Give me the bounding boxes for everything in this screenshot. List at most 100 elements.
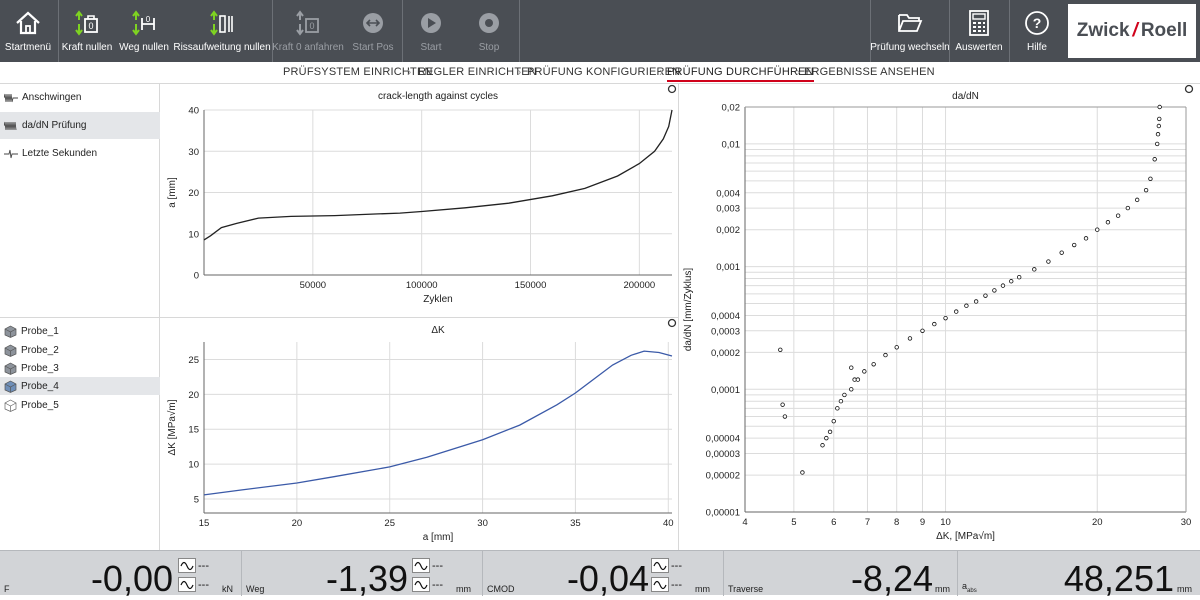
x-tick-label: 35 [570, 518, 581, 529]
x-tick-label: 25 [384, 518, 395, 529]
folder-icon [898, 14, 923, 32]
svg-text:?: ? [1033, 15, 1042, 31]
startmenu-button[interactable]: Startmenü [0, 0, 56, 62]
specimen-item-probe-2[interactable]: Probe_2 [0, 341, 160, 359]
specimen-cube-icon [4, 344, 17, 357]
measurement-crosshead: Traverse -8,24 mm [724, 551, 957, 599]
measurement-unit: mm [935, 584, 950, 594]
chevron-right-icon: › [659, 64, 664, 79]
x-tick-label: 5 [791, 517, 796, 528]
force-zero-button[interactable]: 0 Kraft nullen [60, 0, 114, 62]
crack-length-chart-panel: crack-length against cycles 50000 100000 15… [161, 84, 678, 317]
y-tick-label: 40 [188, 106, 199, 117]
y-axis-label: ΔK [MPa√m] [166, 399, 178, 455]
y-tick-label: 0,002 [716, 225, 740, 236]
step-view-results[interactable]: ERGEBNISSE ANSEHEN [804, 66, 935, 78]
stop-button[interactable]: Stop [460, 0, 518, 62]
evaluate-button[interactable]: Auswerten [950, 0, 1008, 62]
data-point [1071, 242, 1077, 248]
measurement-mode-indicator[interactable]: --- --- [178, 556, 216, 594]
x-tick-label: 20 [292, 518, 303, 529]
specimen-item-probe-3[interactable]: Probe_3 [0, 359, 160, 377]
measurement-mode-indicator[interactable]: --- --- [412, 556, 450, 594]
force-zero-approach-icon: 0 [296, 10, 319, 36]
chart-settings-icon[interactable] [667, 84, 677, 94]
x-tick-label: 20 [1092, 517, 1103, 528]
specimen-item-probe-4[interactable]: Probe_4 [0, 377, 160, 395]
help-label: Hilfe [1026, 42, 1047, 53]
start-position-button[interactable]: Start Pos [345, 0, 401, 62]
x-tick-label: 200000 [623, 280, 655, 291]
step-run-test[interactable]: PRÜFUNG DURCHFÜHREN [667, 66, 814, 82]
y-tick-label: 0,01 [722, 139, 741, 150]
data-point [964, 303, 969, 308]
data-point [855, 377, 861, 382]
y-tick-label: 0,0001 [711, 385, 740, 396]
calculator-icon [969, 10, 989, 36]
data-point [1143, 187, 1149, 193]
specimen-item-probe-5[interactable]: Probe_5 [0, 396, 160, 414]
dadn-chart-panel: da/dN 4 5 6 7 8 9 10 20 30 0,00001 0,00002 0,00003 0,… [679, 84, 1200, 550]
x-tick-label: 40 [663, 518, 674, 529]
y-tick-label: 20 [188, 390, 199, 401]
y-tick-label: 0 [194, 271, 199, 282]
x-tick-label: 9 [920, 517, 925, 528]
y-tick-label: 15 [188, 425, 199, 436]
chart-settings-icon[interactable] [667, 318, 677, 328]
specimen-label: Probe_4 [21, 380, 59, 392]
data-point [954, 309, 959, 314]
svg-text:0: 0 [309, 21, 314, 31]
start-button[interactable]: Start [404, 0, 458, 62]
crack-opening-zero-button[interactable]: Rissaufweitung nullen [173, 0, 271, 62]
sine-wave-icon [653, 561, 667, 570]
data-point [1157, 104, 1162, 110]
x-tick-label: 150000 [515, 280, 547, 291]
data-point [1009, 279, 1014, 284]
y-axis-label: da/dN [mm/Zyklus] [683, 268, 694, 352]
measurement-value: -1,39 [325, 558, 408, 599]
y-tick-label: 20 [188, 188, 199, 199]
specimen-cube-icon [4, 362, 17, 375]
specimen-label: Probe_3 [21, 362, 59, 374]
data-series-line [203, 350, 673, 496]
measurement-cmod: CMOD -0,04 --- --- mm [483, 551, 723, 599]
x-tick-label: 15 [199, 518, 210, 529]
measurement-label: CMOD [487, 584, 515, 594]
help-icon: ? [1025, 11, 1049, 35]
data-point [800, 470, 805, 475]
data-point [1016, 274, 1022, 280]
x-axis-label: a [mm] [423, 532, 454, 543]
force-zero-approach-button[interactable]: 0 Kraft 0 anfahren [272, 0, 344, 62]
view-item-last-seconds[interactable]: Letzte Sekunden [0, 140, 160, 167]
view-item-label: Anschwingen [22, 92, 82, 103]
change-test-button[interactable]: Prüfung wechseln [870, 0, 950, 62]
measurement-mode-indicator[interactable]: --- --- [651, 556, 689, 594]
data-point [932, 321, 937, 327]
data-point [835, 406, 840, 411]
data-point [973, 299, 979, 304]
y-tick-label: 0,001 [716, 262, 740, 273]
y-tick-label: 10 [188, 229, 199, 240]
data-point [824, 435, 829, 441]
data-point [1059, 250, 1064, 255]
workflow-steps: PRÜFSYSTEM EINRICHTEN › REGLER EINRICHTE… [0, 62, 1200, 84]
data-point [1046, 259, 1051, 264]
help-button[interactable]: ? Hilfe [1010, 0, 1064, 62]
view-item-dadn[interactable]: da/dN Prüfung [0, 112, 160, 139]
logo-text-right: Roell [1140, 20, 1188, 41]
view-item-anschwingen[interactable]: Anschwingen [0, 84, 160, 111]
x-tick-label: 100000 [406, 280, 438, 291]
main-toolbar: Startmenü 0 Kraft nullen 0 Weg nullen Ri… [0, 0, 1200, 62]
sidebar-divider [0, 317, 160, 318]
x-tick-label: 8 [894, 517, 899, 528]
indicator-dash: --- [432, 559, 443, 572]
sidebar: Anschwingen da/dN Prüfung Letzte Sekunde… [0, 84, 160, 550]
force-zero-label: Kraft nullen [61, 42, 113, 53]
step-configure-test[interactable]: PRÜFUNG KONFIGURIEREN [527, 66, 680, 78]
stop-label: Stop [478, 42, 500, 53]
specimen-item-probe-1[interactable]: Probe_1 [0, 322, 160, 340]
travel-zero-button[interactable]: 0 Weg nullen [116, 0, 172, 62]
y-tick-label: 0,0002 [711, 348, 740, 359]
chart-settings-icon[interactable] [1184, 84, 1194, 94]
data-point [838, 399, 844, 404]
